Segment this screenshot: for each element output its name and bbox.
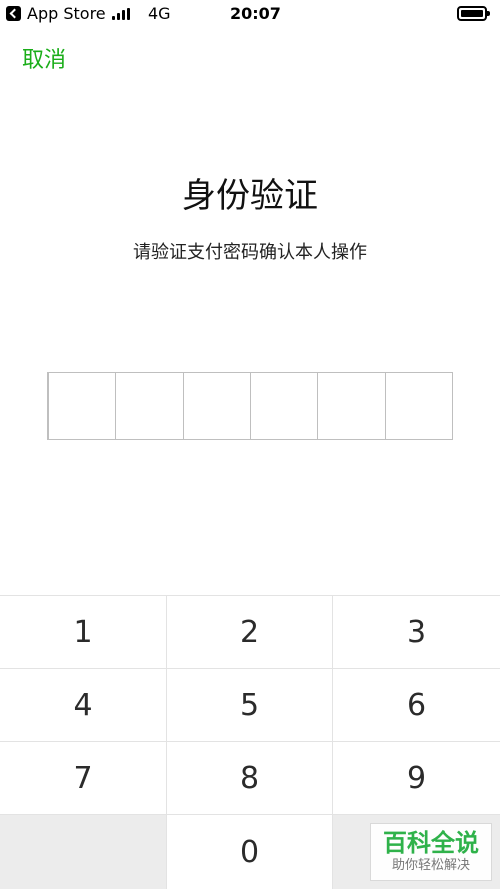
clock: 20:07 — [230, 4, 281, 23]
pin-input[interactable] — [47, 372, 453, 440]
key-9[interactable]: 9 — [333, 742, 500, 815]
key-0[interactable]: 0 — [167, 815, 333, 889]
pin-digit-box — [386, 373, 452, 439]
status-bar: App Store 4G 20:07 — [0, 0, 500, 28]
cancel-button[interactable]: 取消 — [22, 42, 66, 74]
back-to-app-label[interactable]: App Store — [27, 4, 106, 23]
network-type: 4G — [148, 4, 171, 23]
pin-digit-box — [116, 373, 184, 439]
pin-digit-box — [251, 373, 319, 439]
watermark-title: 百科全说 — [383, 829, 479, 857]
key-8[interactable]: 8 — [167, 742, 333, 815]
pin-digit-box — [318, 373, 386, 439]
key-4[interactable]: 4 — [0, 669, 167, 742]
key-blank — [0, 815, 167, 889]
pin-digit-box — [184, 373, 251, 439]
pin-digit-box — [49, 373, 117, 439]
page-subtitle: 请验证支付密码确认本人操作 — [133, 242, 367, 263]
key-7[interactable]: 7 — [0, 742, 167, 815]
key-2[interactable]: 2 — [167, 596, 333, 669]
watermark-logo: 百科全说 助你轻松解决 — [370, 823, 492, 881]
key-5[interactable]: 5 — [167, 669, 333, 742]
key-1[interactable]: 1 — [0, 596, 167, 669]
battery-icon — [457, 6, 490, 21]
page-title: 身份验证 — [182, 176, 318, 216]
watermark-subtitle: 助你轻松解决 — [391, 858, 470, 873]
key-6[interactable]: 6 — [333, 669, 500, 742]
chevron-left-icon[interactable] — [6, 6, 21, 21]
signal-icon — [112, 8, 134, 20]
key-3[interactable]: 3 — [333, 596, 500, 669]
